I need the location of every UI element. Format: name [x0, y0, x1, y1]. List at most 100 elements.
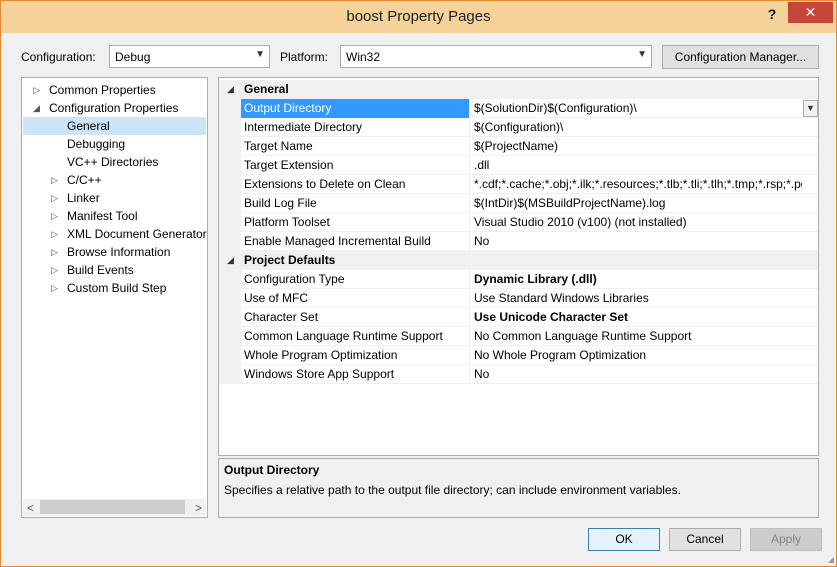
property-row[interactable]: Build Log File $(IntDir)$(MSBuildProjectN…: [219, 194, 818, 213]
collapse-arrow-icon[interactable]: ◢: [227, 251, 234, 270]
property-row[interactable]: Use of MFC Use Standard Windows Libraries: [219, 289, 818, 308]
tree-item-manifest-tool[interactable]: ▷ Manifest Tool: [23, 207, 206, 225]
row-gutter: [219, 137, 241, 156]
tree-item-label: Browse Information: [67, 245, 171, 259]
tree-item-label: Custom Build Step: [67, 281, 167, 295]
apply-button[interactable]: Apply: [750, 528, 822, 551]
section-title: Project Defaults: [244, 253, 336, 267]
platform-label: Platform:: [280, 50, 329, 64]
cancel-button[interactable]: Cancel: [669, 528, 741, 551]
property-value[interactable]: Dynamic Library (.dll): [469, 270, 802, 289]
property-value[interactable]: Visual Studio 2010 (v100) (not installed…: [469, 213, 802, 232]
row-gutter: [219, 346, 241, 365]
tree-item-general[interactable]: General: [23, 117, 206, 135]
expand-arrow-icon[interactable]: ▷: [33, 81, 40, 99]
tree-item-label: XML Document Generator: [67, 227, 207, 241]
tree-item-xml-document-generator[interactable]: ▷ XML Document Generator: [23, 225, 207, 243]
property-name: Output Directory: [244, 101, 332, 115]
platform-dropdown[interactable]: Win32 ▼: [340, 45, 652, 68]
property-value[interactable]: *.cdf;*.cache;*.obj;*.ilk;*.resources;*.…: [469, 175, 802, 194]
tree-item-build-events[interactable]: ▷ Build Events: [23, 261, 206, 279]
chevron-down-icon[interactable]: ▼: [803, 100, 818, 117]
property-value[interactable]: No: [469, 232, 802, 251]
title-bar[interactable]: boost Property Pages ? ✕: [1, 1, 836, 33]
expand-arrow-icon[interactable]: ▷: [51, 261, 58, 279]
tree-item-browse-information[interactable]: ▷ Browse Information: [23, 243, 206, 261]
scrollbar-thumb[interactable]: [40, 500, 185, 514]
configuration-dropdown[interactable]: Debug ▼: [109, 45, 270, 68]
property-value[interactable]: No Common Language Runtime Support: [469, 327, 802, 346]
tree-item-linker[interactable]: ▷ Linker: [23, 189, 206, 207]
tree-item-custom-build-step[interactable]: ▷ Custom Build Step: [23, 279, 206, 297]
description-title: Output Directory: [224, 463, 320, 477]
property-name: Character Set: [244, 310, 319, 324]
property-row[interactable]: Intermediate Directory $(Configuration)\: [219, 118, 818, 137]
platform-value: Win32: [346, 50, 381, 64]
property-value[interactable]: $(ProjectName): [469, 137, 802, 156]
property-row[interactable]: Output Directory $(SolutionDir)$(Configur…: [219, 99, 818, 118]
tree-item-common-properties[interactable]: ▷ Common Properties: [23, 81, 206, 99]
collapse-arrow-icon[interactable]: ◢: [33, 99, 40, 117]
property-name: Configuration Type: [244, 272, 345, 286]
expand-arrow-icon[interactable]: ▷: [51, 243, 58, 261]
row-gutter: [219, 156, 241, 175]
tree-item-vc-directories[interactable]: VC++ Directories: [23, 153, 206, 171]
expand-arrow-icon[interactable]: ▷: [51, 189, 58, 207]
property-row[interactable]: Extensions to Delete on Clean *.cdf;*.cac…: [219, 175, 818, 194]
tree-item-label: Common Properties: [49, 83, 156, 97]
property-grid[interactable]: ◢ General Output Directory $(SolutionDir)$(…: [218, 77, 819, 456]
property-value[interactable]: No Whole Program Optimization: [469, 346, 802, 365]
property-row[interactable]: Target Name $(ProjectName): [219, 137, 818, 156]
section-header[interactable]: ◢ Project Defaults: [219, 251, 818, 270]
expand-arrow-icon[interactable]: ▷: [51, 207, 58, 225]
chevron-down-icon: ▼: [255, 49, 265, 60]
category-tree[interactable]: ▷ Common Properties ◢ Configuration Propert…: [21, 77, 208, 518]
property-value[interactable]: Use Unicode Character Set: [469, 308, 802, 327]
tree-item-configuration-properties[interactable]: ◢ Configuration Properties: [23, 99, 206, 117]
tree-item-label: General: [67, 119, 110, 133]
expand-arrow-icon[interactable]: ▷: [51, 171, 58, 189]
property-row[interactable]: Target Extension .dll: [219, 156, 818, 175]
tree-item-label: VC++ Directories: [67, 155, 159, 169]
property-row[interactable]: Enable Managed Incremental Build No: [219, 232, 818, 251]
property-row[interactable]: Character Set Use Unicode Character Set: [219, 308, 818, 327]
collapse-arrow-icon[interactable]: ◢: [227, 80, 234, 99]
property-row[interactable]: Whole Program Optimization No Whole Progr…: [219, 346, 818, 365]
property-value[interactable]: $(IntDir)$(MSBuildProjectName).log: [469, 194, 802, 213]
property-name: Target Extension: [244, 158, 334, 172]
row-gutter: [219, 213, 241, 232]
ok-button[interactable]: OK: [588, 528, 660, 551]
row-gutter: [219, 270, 241, 289]
resize-grip-icon[interactable]: ◢: [828, 555, 834, 564]
property-row[interactable]: Windows Store App Support No: [219, 365, 818, 384]
section-header[interactable]: ◢ General: [219, 80, 818, 99]
row-gutter: [219, 365, 241, 384]
configuration-value: Debug: [115, 50, 151, 64]
property-value[interactable]: Use Standard Windows Libraries: [469, 289, 802, 308]
property-name: Intermediate Directory: [244, 120, 363, 134]
property-row[interactable]: Common Language Runtime Support No Common…: [219, 327, 818, 346]
property-value[interactable]: .dll: [469, 156, 802, 175]
tree-item-debugging[interactable]: Debugging: [23, 135, 206, 153]
horizontal-scrollbar[interactable]: < >: [23, 499, 206, 516]
description-text: Specifies a relative path to the output …: [224, 483, 681, 497]
help-button[interactable]: ?: [761, 4, 783, 24]
expand-arrow-icon[interactable]: ▷: [51, 279, 58, 297]
property-name: Whole Program Optimization: [244, 348, 398, 362]
property-row[interactable]: Platform Toolset Visual Studio 2010 (v100…: [219, 213, 818, 232]
window-title: boost Property Pages: [346, 8, 491, 25]
row-gutter: [219, 308, 241, 327]
property-value[interactable]: No: [469, 365, 802, 384]
property-value[interactable]: $(Configuration)\: [469, 118, 802, 137]
tree-item-label: Debugging: [67, 137, 126, 151]
description-panel: Output Directory Specifies a relative pa…: [218, 458, 819, 518]
property-row[interactable]: Configuration Type Dynamic Library (.dll): [219, 270, 818, 289]
configuration-manager-button[interactable]: Configuration Manager...: [662, 45, 819, 69]
property-name: Target Name: [244, 139, 313, 153]
property-value[interactable]: $(SolutionDir)$(Configuration)\: [469, 99, 802, 118]
scroll-right-icon[interactable]: >: [195, 501, 202, 515]
close-button[interactable]: ✕: [788, 2, 833, 23]
expand-arrow-icon[interactable]: ▷: [51, 225, 58, 243]
tree-item-c-c[interactable]: ▷ C/C++: [23, 171, 206, 189]
scroll-left-icon[interactable]: <: [27, 501, 34, 515]
